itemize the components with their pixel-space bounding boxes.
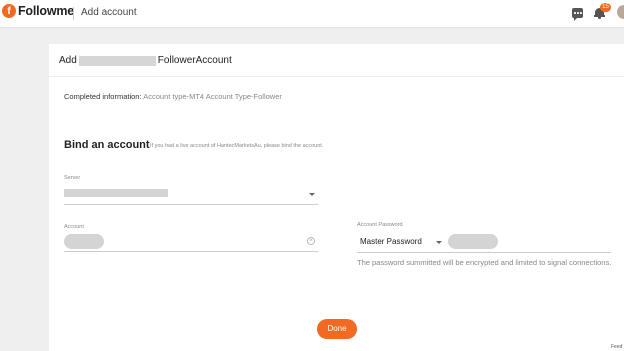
corner-text[interactable]: Feed	[611, 344, 622, 350]
page-title: Add FollowerAccount	[59, 55, 232, 66]
logo-mark-icon: f	[2, 4, 16, 18]
title-suffix: FollowerAccount	[157, 55, 232, 66]
password-type-select[interactable]: Master Password	[357, 234, 447, 251]
account-label: Account	[64, 224, 84, 230]
card-header: Add FollowerAccount	[49, 44, 624, 77]
server-underline	[64, 204, 318, 205]
breadcrumb: Add account	[81, 7, 137, 18]
chat-icon[interactable]	[572, 8, 583, 21]
top-bar: f Followme Add account 15	[0, 0, 624, 28]
completed-info-value: Account type-MT4 Account Type-Follower	[143, 92, 282, 101]
server-label: Server	[64, 175, 81, 181]
title-prefix: Add	[59, 55, 77, 66]
clear-icon[interactable]: ×	[307, 237, 315, 245]
redacted-broker-name	[78, 55, 156, 66]
completed-info-label: Completed information:	[64, 92, 142, 101]
redacted-password-value	[448, 234, 498, 249]
account-underline	[64, 251, 318, 252]
notification-badge: 15	[600, 3, 611, 12]
server-select[interactable]	[64, 186, 318, 205]
avatar[interactable]	[617, 5, 624, 19]
bind-account-title: Bind an account	[64, 139, 150, 151]
password-type-value: Master Password	[360, 237, 422, 246]
redacted-server-value	[64, 189, 168, 197]
followme-logo[interactable]: f Followme	[2, 4, 74, 18]
password-label: Account Password	[357, 222, 403, 228]
redacted-account-value	[64, 234, 104, 249]
header-divider	[73, 7, 74, 20]
bind-account-hint: If you had a live account of HantecMarke…	[150, 143, 324, 149]
password-input[interactable]	[447, 233, 611, 252]
account-input[interactable]: ×	[64, 233, 318, 252]
done-button[interactable]: Done	[317, 319, 357, 339]
completed-info: Completed information: Account type-MT4 …	[64, 92, 282, 101]
chevron-down-icon	[436, 241, 442, 244]
logo-text: Followme	[18, 4, 75, 18]
password-hint: The password summitted will be encrypted…	[357, 258, 612, 267]
add-account-card: Add FollowerAccount Completed informatio…	[49, 44, 624, 351]
password-underline	[357, 252, 611, 253]
chevron-down-icon	[309, 193, 315, 196]
